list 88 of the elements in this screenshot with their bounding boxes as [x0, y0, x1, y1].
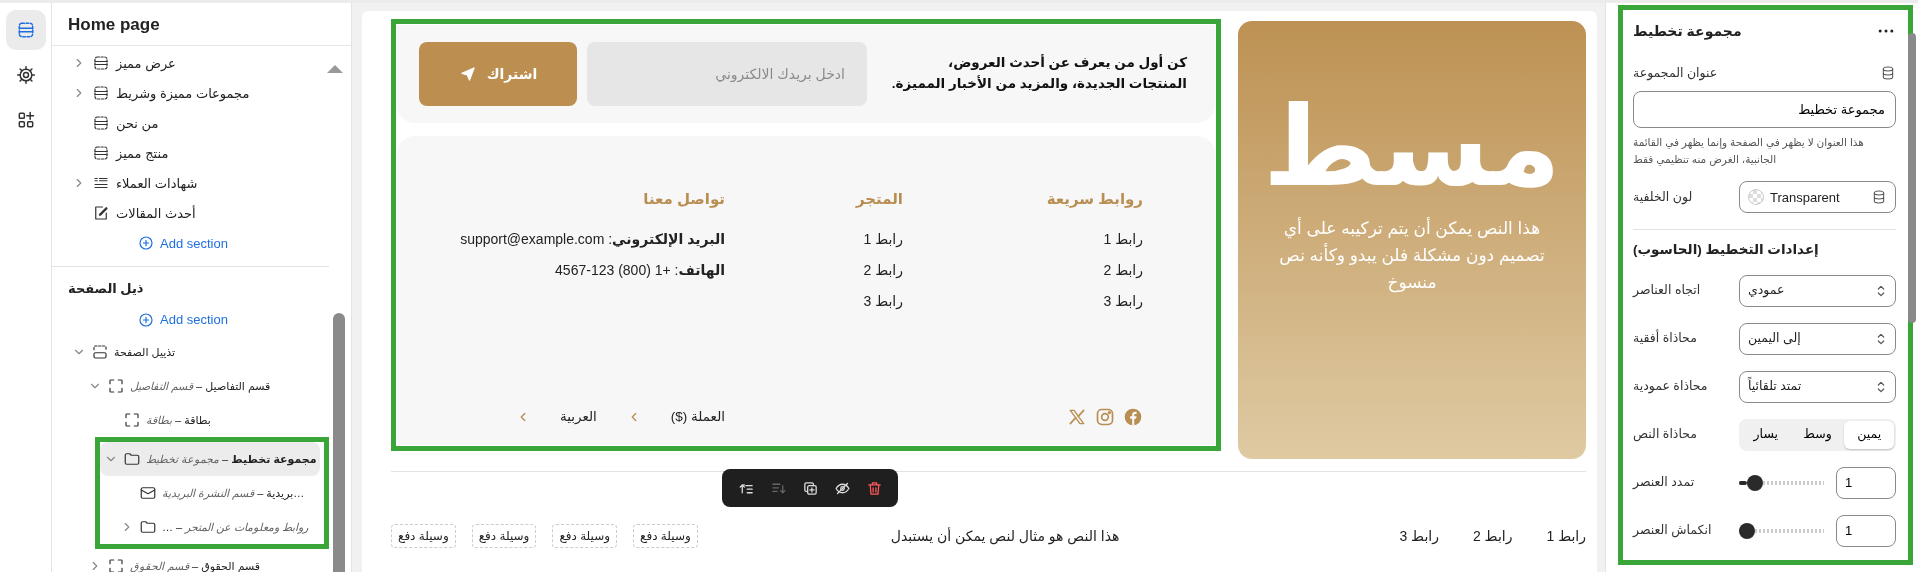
- section-heading: إعدادات التخطيط (الحاسوب): [1633, 242, 1820, 259]
- selected-row[interactable]: مجموعة تخطيط – مجموعة تخطيط: [100, 441, 320, 476]
- payment-tag: وسيلة دفع: [552, 524, 618, 548]
- payment-tag: وسيلة دفع: [633, 524, 698, 548]
- footer-link[interactable]: رابط 3: [863, 290, 903, 312]
- instagram-icon[interactable]: [1095, 406, 1115, 427]
- field-label: محاذاة عمودية: [1633, 378, 1709, 396]
- dropdown-selector[interactable]: العملة ($): [626, 406, 725, 427]
- help-text: هذا العنوان لا يظهر في الصفحة وإنما يظهر في القائمة الجانبية، الغرض منه تنظيمي فقط: [1633, 134, 1865, 168]
- email-field[interactable]: ادخل بريدك الالكتروني: [587, 42, 867, 106]
- section-item[interactable]: منتج مميز: [116, 143, 169, 164]
- color-picker[interactable]: Transparent: [1739, 181, 1896, 214]
- add-icon: [138, 311, 154, 328]
- footer-link[interactable]: رابط 3: [1399, 525, 1439, 547]
- facebook-icon[interactable]: [1123, 406, 1143, 427]
- tree-item[interactable]: …بريدية – قسم النشرة البريدية: [162, 484, 305, 502]
- field-label: لون الخلفية: [1633, 188, 1694, 207]
- dropdown-selector[interactable]: العربية: [515, 406, 597, 427]
- tree-item[interactable]: بطاقة – بطاقة: [146, 411, 211, 429]
- segment-option[interactable]: وسط: [1792, 420, 1843, 449]
- database-icon: [1871, 189, 1887, 206]
- edit-note-icon: [92, 204, 110, 223]
- panel-title: Home page: [52, 3, 351, 47]
- title-field[interactable]: مجموعة تخطيط: [1633, 90, 1896, 128]
- column-heading: المتجر: [855, 189, 903, 210]
- field-label: تمدد العنصر: [1633, 474, 1696, 492]
- column-heading: روابط سريعة: [1046, 189, 1143, 210]
- field-label: انكماش العنصر: [1633, 522, 1713, 540]
- field-label: عنوان المجموعة: [1633, 65, 1718, 83]
- payment-tag: وسيلة دفع: [471, 524, 537, 548]
- number-field[interactable]: 1: [1836, 514, 1896, 547]
- footer-link[interactable]: رابط 2: [1472, 525, 1513, 547]
- column-heading: تواصل معنا: [643, 189, 725, 210]
- field-label: محاذاة النص: [1633, 426, 1698, 444]
- footer-section-icon: [91, 342, 109, 361]
- settings-icon: [15, 65, 36, 85]
- corner-frame-icon: [123, 410, 141, 429]
- number-field[interactable]: 1: [1836, 466, 1896, 499]
- section-item[interactable]: أحدث المقالات: [116, 203, 196, 224]
- section-item[interactable]: مجموعات مميزة وشريط: [116, 83, 250, 104]
- send-icon: [458, 65, 477, 83]
- scrollbar-thumb[interactable]: [333, 313, 345, 572]
- select-field[interactable]: عمودي: [1739, 274, 1896, 307]
- duplicate-icon: [801, 479, 819, 497]
- section-icon: [92, 84, 110, 103]
- footer-link[interactable]: رابط 1: [1546, 525, 1586, 547]
- section-icon: [92, 54, 110, 73]
- add-section-link[interactable]: Add section: [138, 310, 228, 330]
- tree-item[interactable]: روابط ومعلومات عن المتجر – …: [162, 518, 309, 536]
- scroll-up-arrow[interactable]: [327, 65, 343, 73]
- slider-thumb[interactable]: [1747, 474, 1764, 491]
- field-label: محاذاة أفقية: [1633, 329, 1698, 348]
- footer-link[interactable]: رابط 2: [1103, 259, 1143, 281]
- footer-note: هذا النص هو مثال لنص يمكن أن يستبدل: [890, 526, 1120, 547]
- slider-thumb[interactable]: [1739, 522, 1755, 539]
- add-section-link[interactable]: Add section: [138, 233, 228, 254]
- tree-item[interactable]: قسم الحقوق – قسم الحقوق: [130, 557, 261, 572]
- segment-option[interactable]: يمين: [1844, 420, 1894, 449]
- database-icon: [1880, 65, 1896, 82]
- section-icon: [92, 114, 110, 133]
- section-icon: [92, 144, 110, 163]
- logo: مسط: [1263, 84, 1561, 210]
- tree-item[interactable]: مجموعة تخطيط – مجموعة تخطيط: [146, 450, 317, 468]
- transparent-swatch-icon: [1748, 189, 1764, 206]
- payment-tag: وسيلة دفع: [391, 524, 456, 548]
- footer-link[interactable]: رابط 2: [863, 259, 903, 281]
- select-field[interactable]: إلى اليمين: [1739, 322, 1896, 355]
- add-icon: [138, 235, 154, 252]
- section-item[interactable]: شهادات العملاء: [116, 173, 198, 194]
- section-heading: ذيل الصفحة: [67, 280, 145, 299]
- segment-option[interactable]: يسار: [1741, 420, 1791, 449]
- footer-link[interactable]: رابط 1: [1103, 228, 1143, 250]
- tree-item[interactable]: تذييل الصفحة: [114, 343, 176, 361]
- corner-frame-icon: [107, 556, 125, 572]
- x-logo-icon[interactable]: [1067, 406, 1087, 427]
- panel-title: مجموعة تخطيط: [1633, 22, 1742, 40]
- section-item[interactable]: عرض مميز: [116, 53, 176, 74]
- corner-frame-icon: [107, 376, 125, 395]
- field-label: اتجاه العناصر: [1633, 282, 1702, 300]
- brand-text: هذا النص يمكن أن يتم تركيبه على أي تصميم دون مشكلة فلن يبدو وكأنه نص منسوخ: [1278, 216, 1546, 295]
- footer-link[interactable]: رابط 3: [1103, 290, 1143, 312]
- section-item[interactable]: من نحن: [116, 113, 159, 134]
- footer-link[interactable]: رابط 1: [863, 228, 903, 250]
- newsletter-text: كن أول من يعرف عن أحدث العروض، المنتجات الجديدة، والمزيد من الأخبار المميزة.: [891, 53, 1187, 93]
- trash-icon: [865, 479, 883, 497]
- tree-item[interactable]: قسم التفاصيل – قسم التفاصيل: [130, 377, 271, 395]
- select-field[interactable]: تمتد تلقائياً: [1739, 370, 1896, 403]
- scrollbar-thumb[interactable]: [1908, 33, 1916, 323]
